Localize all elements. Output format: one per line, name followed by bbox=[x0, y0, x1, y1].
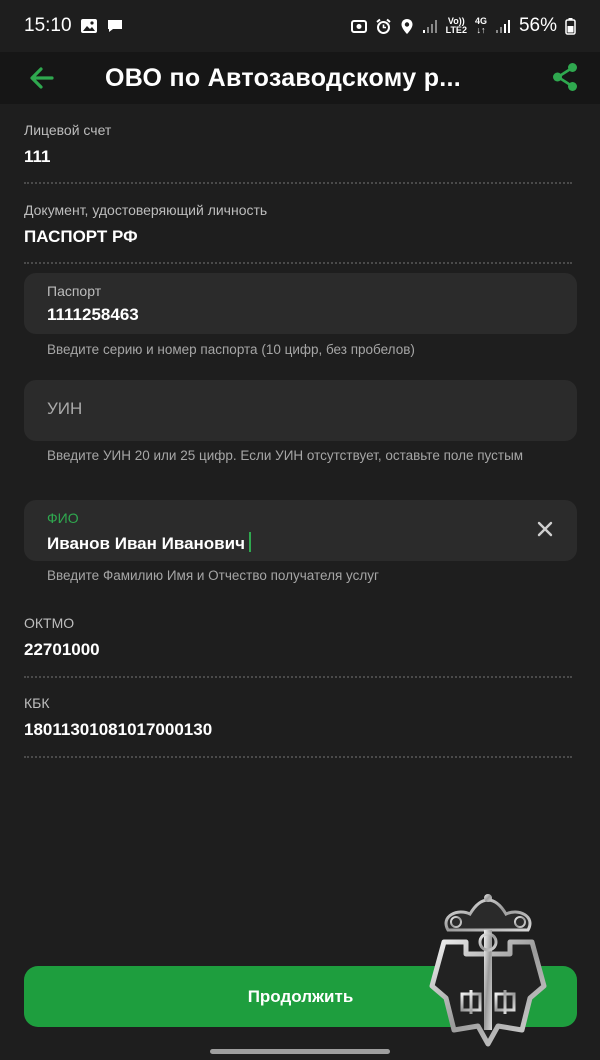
fio-input[interactable]: ФИО Иванов Иван Иванович bbox=[24, 500, 577, 561]
signal-icon bbox=[422, 19, 438, 34]
uin-placeholder: УИН bbox=[47, 399, 83, 418]
account-field: Лицевой счет 111 bbox=[24, 122, 572, 167]
passport-label: Паспорт bbox=[47, 283, 102, 299]
kbk-field: КБК 18011301081017000130 bbox=[24, 695, 572, 740]
uin-input[interactable]: УИН bbox=[24, 380, 577, 441]
app-bar: ОВО по Автозаводскому р... bbox=[0, 52, 600, 104]
share-button[interactable] bbox=[550, 61, 580, 93]
fio-label: ФИО bbox=[47, 510, 79, 526]
page-title: ОВО по Автозаводскому р... bbox=[105, 64, 462, 92]
fio-value: Иванов Иван Иванович bbox=[47, 534, 245, 553]
account-value: 111 bbox=[24, 147, 51, 166]
arrow-left-icon bbox=[30, 67, 54, 89]
alarm-icon bbox=[375, 18, 392, 35]
status-bar-right: Vo)) LTE2 4G ↓↑ 56% bbox=[350, 15, 576, 37]
home-indicator[interactable] bbox=[210, 1049, 390, 1054]
text-caret bbox=[248, 532, 251, 552]
document-label: Документ, удостоверяющий личность bbox=[24, 202, 268, 218]
net-type-bottom: ↓↑ bbox=[476, 25, 486, 35]
kbk-value: 18011301081017000130 bbox=[24, 720, 213, 739]
document-value: ПАСПОРТ РФ bbox=[24, 227, 138, 246]
signal-icon-2 bbox=[495, 19, 511, 34]
camera-icon bbox=[350, 18, 367, 34]
gallery-icon bbox=[80, 18, 98, 34]
status-bar-left: 15:10 bbox=[24, 15, 124, 37]
document-field: Документ, удостоверяющий личность ПАСПОР… bbox=[24, 202, 572, 247]
oktmo-value: 22701000 bbox=[24, 640, 100, 659]
uin-helper: Введите УИН 20 или 25 цифр. Если УИН отс… bbox=[47, 448, 524, 463]
fio-helper: Введите Фамилию Имя и Отчество получател… bbox=[47, 568, 379, 583]
divider bbox=[24, 262, 572, 264]
continue-label: Продолжить bbox=[247, 986, 354, 1006]
network-type-indicator: 4G ↓↑ bbox=[475, 17, 487, 35]
emblem-icon bbox=[418, 890, 558, 1052]
kbk-label: КБК bbox=[24, 695, 50, 711]
status-time: 15:10 bbox=[24, 15, 72, 36]
passport-value: 1111258463 bbox=[47, 305, 139, 324]
battery-percent: 56% bbox=[518, 15, 557, 36]
account-label: Лицевой счет bbox=[24, 122, 112, 138]
passport-helper: Введите серию и номер паспорта (10 цифр,… bbox=[47, 342, 415, 357]
clear-button[interactable] bbox=[537, 521, 553, 537]
oktmo-label: ОКТМО bbox=[24, 615, 75, 631]
close-icon bbox=[537, 521, 553, 537]
fio-value-wrap: Иванов Иван Иванович bbox=[47, 532, 251, 554]
oktmo-field: ОКТМО 22701000 bbox=[24, 615, 572, 660]
message-icon bbox=[106, 18, 124, 34]
passport-input[interactable]: Паспорт 1111258463 bbox=[24, 273, 577, 334]
share-icon bbox=[553, 63, 577, 91]
location-icon bbox=[400, 18, 414, 35]
divider bbox=[24, 676, 572, 678]
back-button[interactable] bbox=[26, 62, 58, 94]
status-bar: 15:10 Vo)) LTE2 4G ↓↑ 56% bbox=[0, 0, 600, 52]
battery-icon bbox=[565, 17, 576, 35]
divider bbox=[24, 756, 572, 758]
divider bbox=[24, 182, 572, 184]
volte-bottom: LTE2 bbox=[445, 25, 467, 35]
volte-indicator: Vo)) LTE2 bbox=[446, 17, 467, 35]
